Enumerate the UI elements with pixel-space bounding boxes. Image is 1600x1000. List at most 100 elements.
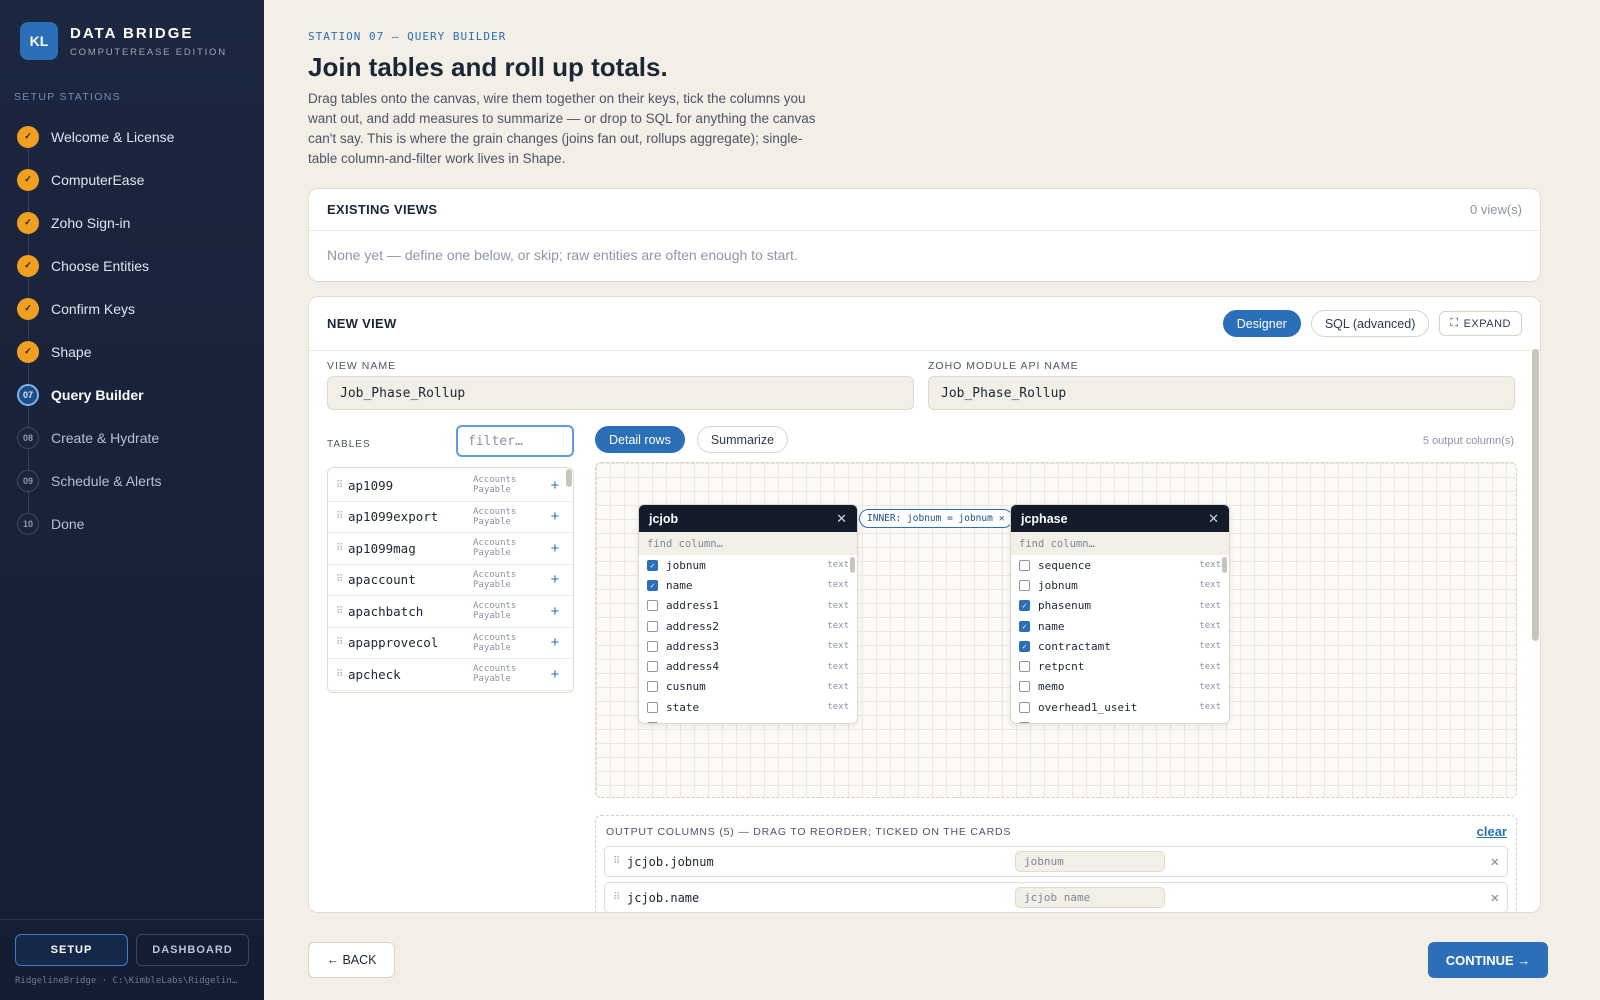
detail-rows-toggle[interactable]: Detail rows	[595, 426, 685, 453]
find-column-input[interactable]: find column…	[639, 532, 857, 555]
column-checkbox[interactable]	[1019, 579, 1030, 591]
card-scrollbar[interactable]	[1222, 557, 1227, 573]
drag-handle-icon[interactable]: ⠿	[336, 606, 348, 617]
column-row[interactable]: overhead1_amttext	[1011, 717, 1229, 723]
expand-button[interactable]: ⛶ EXPAND	[1439, 311, 1522, 336]
table-row[interactable]: ⠿ ap1099mag Accounts Payable +	[328, 533, 573, 565]
column-checkbox[interactable]	[1019, 722, 1030, 723]
sidebar-step[interactable]: ✓ Shape	[16, 330, 256, 373]
column-row[interactable]: address5text	[639, 717, 857, 723]
column-checkbox[interactable]: ✓	[1019, 600, 1030, 612]
output-column-row[interactable]: ⠿ jcjob.jobnum jobnum ✕	[604, 846, 1508, 877]
column-checkbox[interactable]: ✓	[1019, 620, 1030, 632]
drag-handle-icon[interactable]: ⠿	[336, 574, 348, 585]
find-column-input[interactable]: find column…	[1011, 532, 1229, 555]
column-row[interactable]: sequence text	[1011, 555, 1229, 575]
remove-column-icon[interactable]: ✕	[1491, 854, 1499, 870]
column-row[interactable]: address4 text	[639, 656, 857, 676]
sidebar-step[interactable]: 08 Create & Hydrate	[16, 416, 256, 459]
column-row[interactable]: address3 text	[639, 636, 857, 656]
tables-filter-input[interactable]: filter…	[456, 425, 574, 457]
column-row[interactable]: address1 text	[639, 596, 857, 616]
table-row[interactable]: ⠿ apapprovecol Accounts Payable +	[328, 628, 573, 659]
output-column-row[interactable]: ⠿ jcjob.name jcjob name ✕	[604, 882, 1508, 912]
sidebar-step[interactable]: ✓ Confirm Keys	[16, 287, 256, 330]
view-name-input[interactable]: Job_Phase_Rollup	[327, 376, 914, 410]
setup-button[interactable]: SETUP	[15, 934, 128, 966]
tables-scrollbar[interactable]	[566, 469, 572, 487]
column-row[interactable]: overhead1_useit text	[1011, 697, 1229, 717]
card-scrollbar[interactable]	[850, 557, 855, 573]
clear-output-link[interactable]: clear	[1477, 824, 1507, 839]
join-canvas[interactable]: INNER: jobnum = jobnum ✕ jcjob ✕ find colu…	[595, 462, 1517, 798]
column-row[interactable]: ✓ name text	[1011, 616, 1229, 636]
table-row[interactable]: ⠿ apcheck Accounts Payable +	[328, 659, 573, 691]
sidebar-step[interactable]: ✓ Welcome & License	[16, 115, 256, 158]
column-checkbox[interactable]	[647, 681, 658, 693]
sidebar-step[interactable]: 07 Query Builder	[16, 373, 256, 416]
table-row[interactable]: ⠿ apachbatch Accounts Payable +	[328, 596, 573, 628]
table-row[interactable]: ⠿ ap1099 Accounts Payable +	[328, 470, 573, 502]
add-table-icon[interactable]: +	[545, 571, 565, 588]
column-row[interactable]: retpcnt text	[1011, 656, 1229, 676]
sidebar-step[interactable]: ✓ Choose Entities	[16, 244, 256, 287]
output-alias-input[interactable]: jcjob name	[1015, 887, 1165, 908]
dashboard-button[interactable]: DASHBOARD	[136, 934, 249, 966]
column-row[interactable]: memo text	[1011, 677, 1229, 697]
drag-handle-icon[interactable]: ⠿	[336, 480, 348, 491]
join-pill[interactable]: INNER: jobnum = jobnum ✕	[859, 509, 1013, 528]
column-row[interactable]: ✓ jobnum text	[639, 555, 857, 575]
column-row[interactable]: ✓ contractamt text	[1011, 636, 1229, 656]
column-row[interactable]: address2 text	[639, 616, 857, 636]
column-checkbox[interactable]	[647, 620, 658, 632]
sql-toggle[interactable]: SQL (advanced)	[1310, 310, 1430, 337]
output-alias-input[interactable]: jobnum	[1015, 851, 1165, 872]
column-checkbox[interactable]	[647, 701, 658, 713]
column-checkbox[interactable]: ✓	[1019, 640, 1030, 652]
column-row[interactable]: ✓ phasenum text	[1011, 596, 1229, 616]
remove-column-icon[interactable]: ✕	[1491, 890, 1499, 906]
column-checkbox[interactable]	[647, 600, 658, 612]
column-row[interactable]: jobnum text	[1011, 575, 1229, 595]
add-table-icon[interactable]: +	[545, 540, 565, 557]
table-row[interactable]: ⠿ ap1099export Accounts Payable +	[328, 502, 573, 533]
column-checkbox[interactable]	[1019, 661, 1030, 673]
column-checkbox[interactable]: ✓	[647, 559, 658, 571]
drag-handle-icon[interactable]: ⠿	[336, 543, 348, 554]
add-table-icon[interactable]: +	[545, 603, 565, 620]
api-name-input[interactable]: Job_Phase_Rollup	[928, 376, 1515, 410]
back-button[interactable]: ← BACK	[308, 942, 395, 978]
column-row[interactable]: ✓ name text	[639, 575, 857, 595]
sidebar-step[interactable]: 10 Done	[16, 502, 256, 545]
designer-toggle[interactable]: Designer	[1222, 310, 1301, 337]
column-row[interactable]: state text	[639, 697, 857, 717]
table-card-jcphase[interactable]: jcphase ✕ find column… sequence text jobnum te…	[1010, 504, 1230, 724]
table-card-header[interactable]: jcphase ✕	[1011, 505, 1229, 532]
sidebar-step[interactable]: 09 Schedule & Alerts	[16, 459, 256, 502]
add-table-icon[interactable]: +	[545, 634, 565, 651]
sidebar-step[interactable]: ✓ Zoho Sign-in	[16, 201, 256, 244]
drag-handle-icon[interactable]: ⠿	[613, 856, 627, 867]
summarize-toggle[interactable]: Summarize	[696, 426, 789, 453]
add-table-icon[interactable]: +	[545, 477, 565, 494]
drag-handle-icon[interactable]: ⠿	[336, 669, 348, 680]
drag-handle-icon[interactable]: ⠿	[336, 511, 348, 522]
new-view-scrollbar[interactable]	[1532, 349, 1539, 641]
column-checkbox[interactable]	[1019, 559, 1030, 571]
column-checkbox[interactable]	[647, 661, 658, 673]
close-card-icon[interactable]: ✕	[836, 511, 847, 527]
table-card-jcjob[interactable]: jcjob ✕ find column… ✓ jobnum text ✓ name text ad…	[638, 504, 858, 724]
drag-handle-icon[interactable]: ⠿	[613, 892, 627, 903]
add-table-icon[interactable]: +	[545, 666, 565, 683]
remove-join-icon[interactable]: ✕	[999, 513, 1005, 524]
column-checkbox[interactable]	[647, 722, 658, 723]
add-table-icon[interactable]: +	[545, 508, 565, 525]
column-checkbox[interactable]: ✓	[647, 579, 658, 591]
table-card-header[interactable]: jcjob ✕	[639, 505, 857, 532]
continue-button[interactable]: CONTINUE →	[1428, 942, 1548, 978]
drag-handle-icon[interactable]: ⠿	[336, 637, 348, 648]
table-row[interactable]: ⠿ apaccount Accounts Payable +	[328, 565, 573, 596]
close-card-icon[interactable]: ✕	[1208, 511, 1219, 527]
column-checkbox[interactable]	[1019, 701, 1030, 713]
column-row[interactable]: cusnum text	[639, 677, 857, 697]
